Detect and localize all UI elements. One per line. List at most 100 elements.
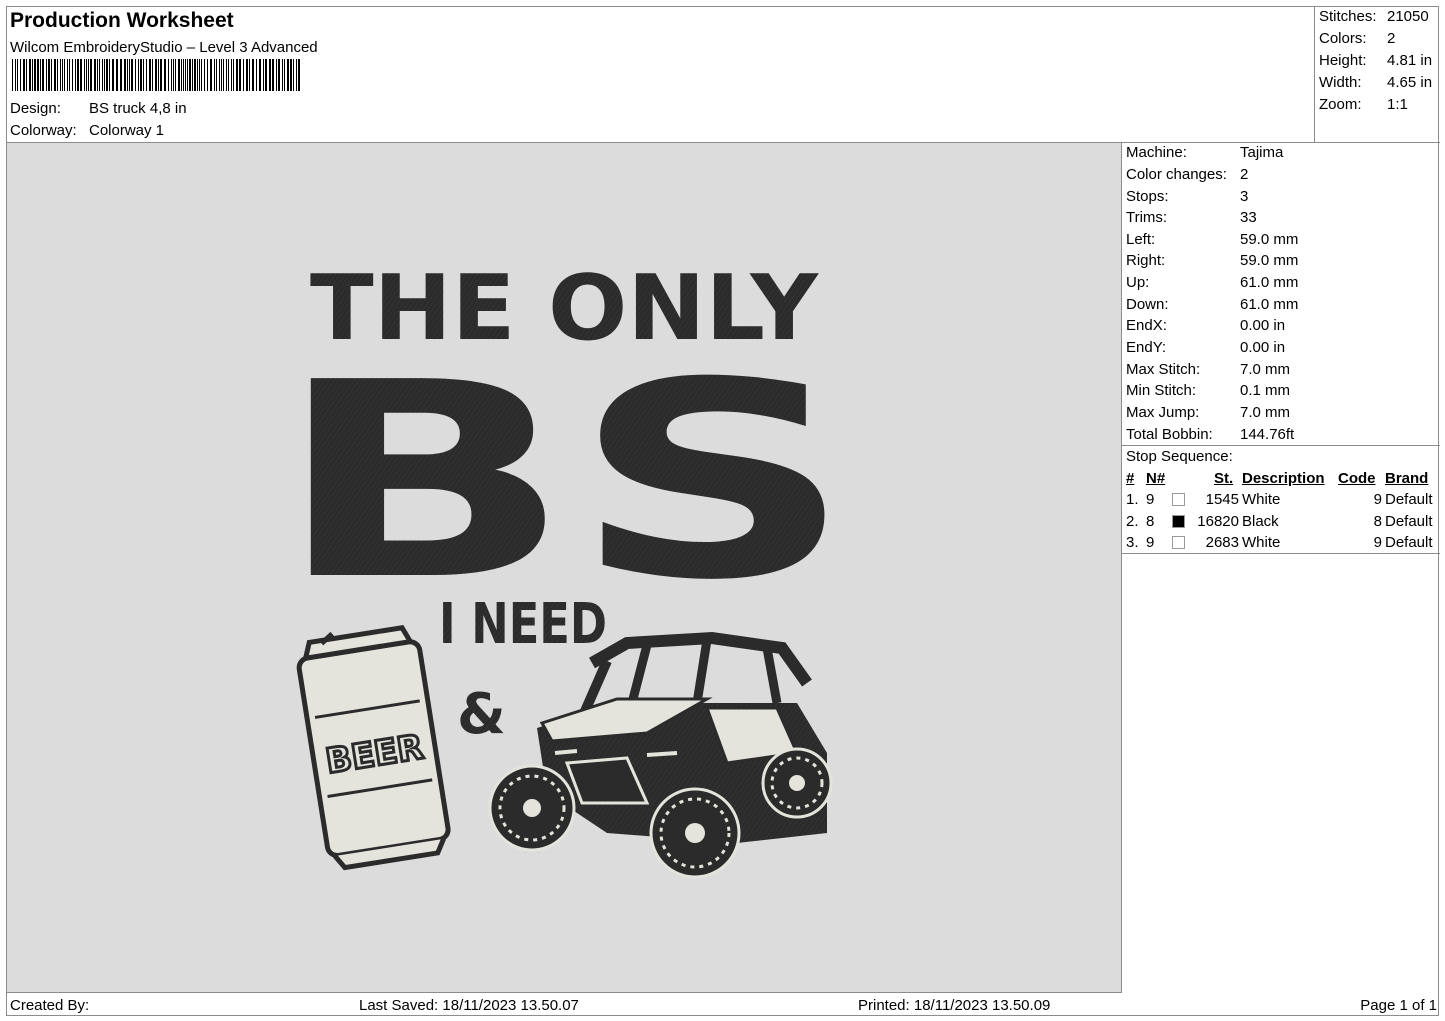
stop-brand: Default [1385,491,1433,508]
barcode-bar [51,59,52,91]
barcode-bar [239,59,241,91]
info-row: Min Stitch: 0.1 mm [1126,382,1290,399]
stop-index: 3. [1126,534,1139,551]
info-label: EndX: [1126,317,1167,334]
stop-code: 8 [1373,513,1382,530]
colorway-label: Colorway: [10,122,77,139]
info-row: Left: 59.0 mm [1126,231,1298,248]
barcode-bar [221,59,222,91]
barcode-bar [104,59,105,91]
barcode-bar [26,59,27,91]
worksheet-footer: Created By: Last Saved: 18/11/2023 13.50… [7,993,1440,1017]
barcode-bar [40,59,41,91]
info-label: Trims: [1126,209,1168,226]
barcode-bar [34,59,36,91]
stop-needle: 8 [1146,513,1155,530]
barcode-bar [131,59,133,91]
printed-date: Printed: 18/11/2023 13.50.09 [858,997,1051,1014]
barcode-bar [231,59,232,91]
barcode-bar [116,59,118,91]
barcode-bar [46,59,47,91]
barcode-bar [296,59,297,91]
barcode-bar [97,59,98,91]
barcode-bar [72,59,73,91]
info-row: Max Stitch: 7.0 mm [1126,361,1290,378]
barcode-bar [149,59,151,91]
barcode-bar [127,59,128,91]
stop-brand: Default [1385,534,1433,551]
barcode-bar [140,59,142,91]
design-text-ampersand: & [457,682,506,747]
barcode-bar [57,59,58,91]
stop-code: 9 [1373,534,1382,551]
summary-row: Stitches: 21050 [1319,8,1429,25]
barcode-bar [12,59,13,91]
col-header-description: Description [1242,470,1325,487]
barcode-bar [223,59,224,91]
info-value: 7.0 mm [1240,361,1291,378]
summary-value: 21050 [1387,8,1429,25]
summary-row: Height: 4.81 in [1319,52,1432,69]
barcode-bar [64,59,65,91]
info-value: 33 [1240,209,1257,226]
info-label: Left: [1126,231,1156,248]
barcode-bar [135,59,136,91]
barcode-bar [112,59,114,91]
barcode-bar [263,59,264,91]
info-value: 59.0 mm [1240,231,1299,248]
info-row: Color changes: 2 [1126,166,1248,183]
color-swatch [1172,493,1185,506]
barcode-bar [228,59,229,91]
info-label: Total Bobbin: [1126,426,1213,443]
summary-row: Colors: 2 [1319,30,1395,47]
barcode-bar [175,59,176,91]
stop-needle: 9 [1146,534,1155,551]
stop-stitches: 16820 [1197,513,1239,530]
barcode-bar [29,59,31,91]
barcode-bar [90,59,92,91]
barcode-bar [32,59,33,91]
summary-row: Width: 4.65 in [1319,74,1432,91]
colorway-value: Colorway 1 [89,122,165,139]
worksheet-header: Production Worksheet Wilcom EmbroiderySt… [7,7,1315,143]
barcode-bar [171,59,172,91]
col-header-stitches: St. [1214,470,1234,487]
info-value: 59.0 mm [1240,252,1299,269]
stop-description: White [1242,491,1281,508]
barcode-bar [210,59,212,91]
stop-brand: Default [1385,513,1433,530]
barcode-bar [265,59,267,91]
info-value: 61.0 mm [1240,296,1299,313]
info-value: 2 [1240,166,1249,183]
col-header-code: Code [1338,470,1376,487]
info-value: 3 [1240,188,1249,205]
info-row: Trims: 33 [1126,209,1257,226]
info-value: 0.00 in [1240,339,1286,356]
barcode-bar [272,59,274,91]
stop-index: 2. [1126,513,1139,530]
barcode-bar [124,59,126,91]
design-value: BS truck 4,8 in [89,100,187,117]
barcode-bar [293,59,294,91]
barcode-bar [204,59,205,91]
info-row: Total Bobbin: 144.76ft [1126,426,1294,443]
design-preview: THE ONLY BS I NEED & BEER [7,143,1122,993]
barcode-bar [69,59,70,91]
info-row: EndY: 0.00 in [1126,339,1285,356]
barcode-bar [290,59,292,91]
summary-panel: Stitches: 21050 Colors: 2 Height: 4.81 in W… [1315,7,1440,143]
info-value: Tajima [1240,144,1284,161]
barcode-bar [120,59,122,91]
barcode-bar [243,59,244,91]
stop-stitches: 1545 [1205,491,1239,508]
barcode-bar [152,59,153,91]
barcode-bar [20,59,21,91]
barcode-bar [138,59,139,91]
barcode-bar [189,59,191,91]
stop-description: White [1242,534,1281,551]
barcode-bar [249,59,250,91]
barcode-bar [207,59,208,91]
info-value: 7.0 mm [1240,404,1291,421]
barcode-bar [80,59,82,91]
info-label: Max Stitch: [1126,361,1201,378]
